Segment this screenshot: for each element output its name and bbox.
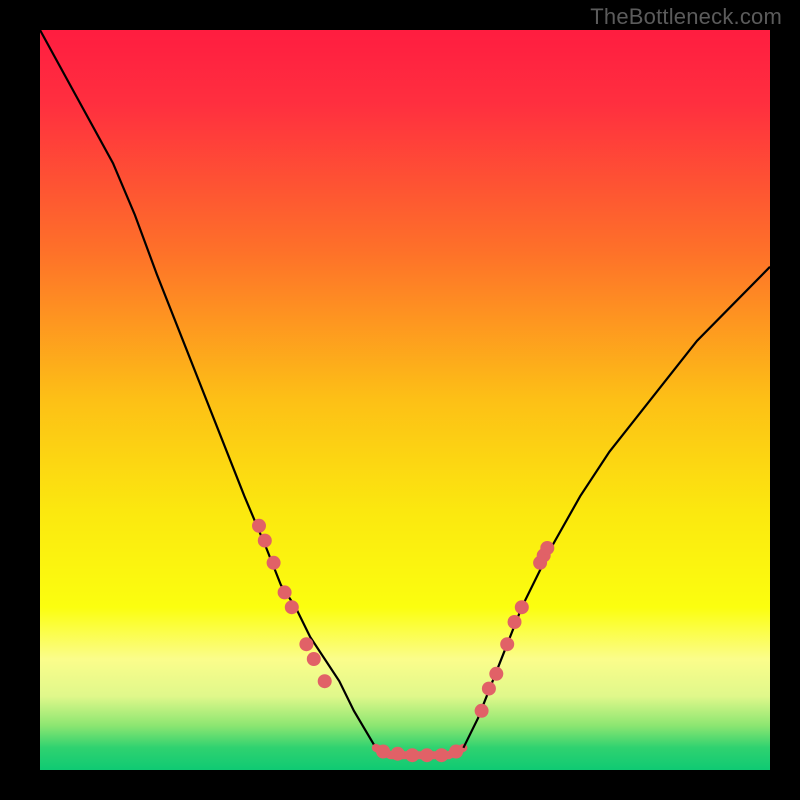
salmon-dot <box>405 748 419 762</box>
salmon-dot <box>267 556 281 570</box>
salmon-dot <box>391 747 405 761</box>
plot-area <box>40 30 770 770</box>
curve-left-branch <box>40 30 376 748</box>
salmon-dot <box>482 682 496 696</box>
watermark-text: TheBottleneck.com <box>590 4 782 30</box>
salmon-dot <box>449 745 463 759</box>
salmon-dot <box>475 704 489 718</box>
bottleneck-curve <box>40 30 770 770</box>
salmon-dot <box>420 748 434 762</box>
curve-right-branch <box>463 267 770 748</box>
salmon-dots-group <box>252 519 554 762</box>
salmon-dot <box>515 600 529 614</box>
salmon-dot <box>508 615 522 629</box>
salmon-dot <box>278 585 292 599</box>
salmon-dot <box>376 745 390 759</box>
salmon-dot <box>500 637 514 651</box>
salmon-dot <box>285 600 299 614</box>
salmon-dot <box>307 652 321 666</box>
salmon-dot <box>299 637 313 651</box>
salmon-dot <box>489 667 503 681</box>
salmon-dot <box>435 748 449 762</box>
salmon-dot <box>540 541 554 555</box>
salmon-dot <box>318 674 332 688</box>
salmon-dot <box>252 519 266 533</box>
chart-frame: TheBottleneck.com <box>0 0 800 800</box>
salmon-dot <box>258 534 272 548</box>
